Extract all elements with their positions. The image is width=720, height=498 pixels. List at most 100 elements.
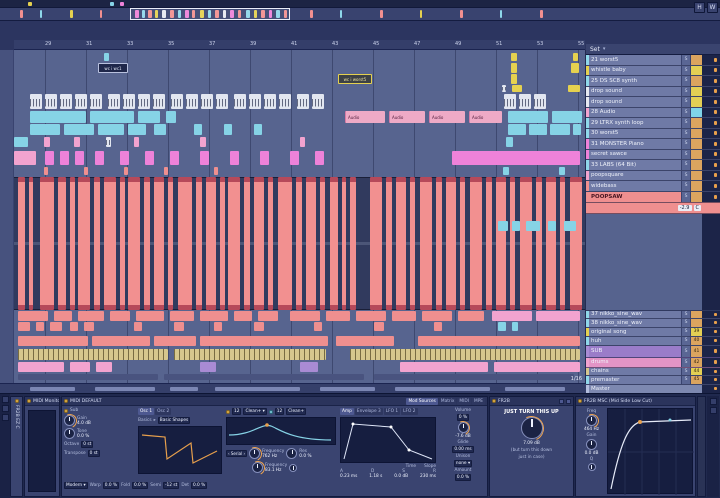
solo-button[interactable]: S — [681, 86, 690, 96]
clip[interactable] — [168, 177, 173, 310]
track-lane[interactable] — [14, 167, 585, 175]
arm-badge[interactable] — [690, 76, 702, 86]
clip[interactable] — [314, 322, 322, 331]
clip[interactable] — [548, 221, 556, 231]
filter1-power-icon[interactable] — [226, 409, 230, 414]
device-fr2b-msc-eq[interactable]: FR2B MSC (Mid Side Low Cut) Freq 464 Hz … — [575, 396, 696, 497]
track-lane[interactable] — [14, 177, 585, 310]
track-lane[interactable] — [14, 221, 585, 231]
arm-badge[interactable] — [690, 107, 702, 117]
automation-icon[interactable] — [1, 414, 9, 421]
clip-view-icon[interactable] — [1, 396, 9, 403]
clip[interactable] — [216, 94, 228, 109]
track-lane[interactable] — [14, 85, 585, 92]
clip[interactable] — [18, 311, 48, 321]
clip[interactable] — [330, 177, 338, 310]
clip[interactable] — [84, 167, 88, 175]
clip[interactable] — [78, 177, 90, 310]
clip[interactable] — [300, 137, 305, 147]
filter2-slope[interactable]: 12 — [274, 408, 285, 415]
clip[interactable] — [110, 311, 130, 321]
clip[interactable] — [564, 221, 576, 231]
track-header-28-audio[interactable]: 28 Audio S — [586, 107, 720, 118]
clip[interactable] — [529, 124, 547, 135]
tab-osc-1[interactable]: Osc 1 — [138, 408, 155, 415]
clip[interactable] — [512, 322, 518, 331]
clip[interactable] — [134, 137, 139, 147]
track-header-widebass[interactable]: widebass S — [586, 181, 720, 192]
eq-gain-knob[interactable] — [586, 439, 597, 450]
clip[interactable] — [546, 177, 556, 310]
clip[interactable] — [154, 124, 166, 135]
clip[interactable] — [392, 311, 416, 321]
clip[interactable] — [434, 322, 442, 331]
clip[interactable] — [164, 167, 168, 175]
clip[interactable] — [128, 124, 146, 135]
track-lane[interactable] — [14, 336, 585, 346]
clip[interactable] — [214, 322, 222, 331]
clip[interactable] — [186, 94, 198, 109]
clip[interactable] — [206, 177, 216, 310]
solo-button[interactable]: S — [681, 319, 690, 327]
filter1-slope[interactable]: 12 — [232, 408, 242, 415]
clip[interactable] — [279, 94, 291, 109]
clip[interactable] — [220, 177, 225, 310]
filter1-res-knob[interactable] — [286, 448, 298, 459]
solo-button[interactable]: S — [681, 149, 690, 159]
track-lane[interactable] — [14, 151, 585, 165]
clip[interactable] — [90, 111, 134, 123]
solo-button[interactable]: S — [681, 181, 690, 191]
clip[interactable] — [104, 177, 116, 310]
clip[interactable] — [370, 177, 382, 310]
solo-button[interactable]: S — [681, 97, 690, 107]
clip[interactable] — [166, 111, 176, 123]
device-fr2b-ez-collapsed[interactable]: FR2B EZ C — [10, 396, 23, 497]
clip[interactable] — [290, 311, 320, 321]
arm-badge[interactable] — [690, 86, 702, 96]
arm-badge[interactable]: 39 — [690, 327, 702, 336]
clip[interactable] — [374, 322, 384, 331]
clip[interactable] — [460, 177, 465, 310]
track-header-secret-sawce[interactable]: secret sawce S — [586, 149, 720, 160]
clip[interactable] — [106, 137, 111, 147]
clip[interactable] — [44, 137, 50, 147]
clip[interactable] — [498, 221, 508, 231]
clip[interactable] — [550, 124, 570, 135]
clip[interactable] — [70, 362, 90, 372]
clip[interactable] — [410, 177, 415, 310]
arm-badge[interactable]: 42 — [690, 357, 702, 367]
track-lane[interactable] — [14, 137, 585, 147]
clip[interactable] — [153, 94, 165, 109]
clip[interactable] — [50, 322, 62, 331]
save-preset-icon[interactable] — [566, 398, 571, 404]
clip[interactable] — [200, 137, 206, 147]
track-header-21-worst5[interactable]: 21 worst5 S — [586, 55, 720, 66]
tab-midi[interactable]: MIDI — [457, 397, 471, 405]
clip[interactable] — [170, 311, 194, 321]
arm-badge[interactable] — [690, 319, 702, 327]
clip[interactable] — [84, 322, 94, 331]
semi-value[interactable]: -12 st — [163, 482, 180, 489]
track-header-33-labs-64-bit-[interactable]: 33 LABS (64 Bit) S — [586, 160, 720, 171]
clip[interactable] — [92, 336, 150, 346]
clip[interactable] — [200, 311, 228, 321]
clip[interactable] — [278, 177, 292, 310]
clip[interactable] — [200, 362, 216, 372]
clip[interactable] — [123, 94, 135, 109]
clip[interactable] — [254, 177, 264, 310]
clip[interactable] — [224, 124, 232, 135]
filter-routing-select[interactable]: ‹ Serial › — [226, 450, 248, 457]
clip[interactable] — [30, 111, 86, 123]
clip[interactable] — [312, 94, 324, 109]
clip[interactable] — [573, 53, 578, 61]
clip[interactable] — [154, 336, 196, 346]
fold-value[interactable]: 0.0 % — [131, 482, 149, 489]
clip[interactable] — [470, 177, 482, 310]
clip[interactable] — [290, 151, 299, 165]
clip[interactable]: Audio — [469, 111, 502, 123]
clip[interactable] — [18, 362, 64, 372]
track-header-25-ds-sc8-synth[interactable]: 25 DS SC8 synth S — [586, 76, 720, 87]
clip[interactable] — [70, 177, 75, 310]
track-header-38-nikko-sine-wav[interactable]: 38 nikko_sine_wav S — [586, 319, 720, 328]
clip[interactable] — [511, 53, 517, 61]
